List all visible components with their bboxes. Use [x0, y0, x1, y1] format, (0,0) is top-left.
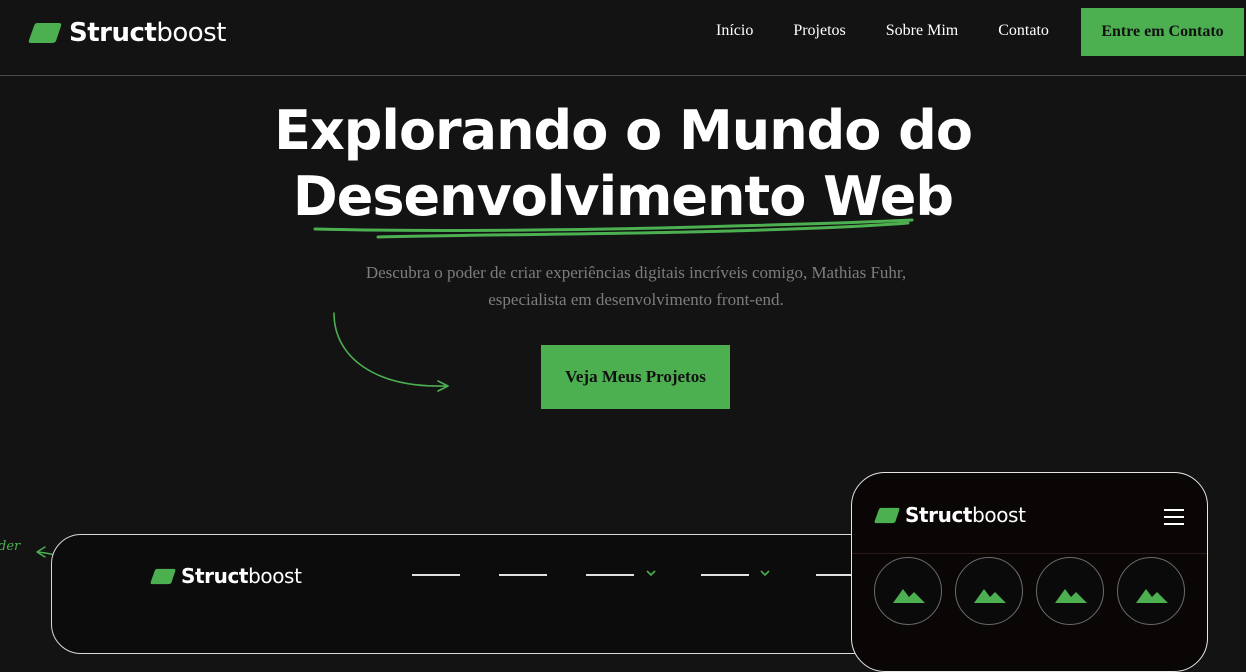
brand-name: Structboost — [69, 18, 226, 48]
mobile-preview-mockup: Structboost — [851, 472, 1208, 672]
brush-underline-icon — [313, 218, 914, 239]
brand-logo[interactable]: Structboost — [28, 18, 226, 48]
chevron-down-icon — [646, 570, 656, 577]
mountain-image-icon — [974, 589, 1006, 603]
image-placeholder — [1117, 557, 1185, 625]
hero-title: Explorando o Mundo do Desenvolvimento We… — [0, 98, 1246, 230]
mountain-image-icon — [1136, 589, 1168, 603]
hero-title-line-1: Explorando o Mundo do — [274, 99, 973, 162]
main-nav: Início Projetos Sobre Mim Contato — [716, 22, 1049, 40]
nav-item-sobre-mim[interactable]: Sobre Mim — [886, 22, 958, 40]
hamburger-menu-icon[interactable] — [1164, 509, 1184, 525]
brand-name-regular: boost — [156, 18, 226, 48]
mockup-logo: Structboost — [150, 564, 302, 588]
mockup-nav-placeholder — [499, 574, 547, 576]
contact-button[interactable]: Entre em Contato — [1081, 8, 1244, 56]
hero-subtitle: Descubra o poder de criar experiências d… — [365, 263, 907, 309]
image-placeholder — [955, 557, 1023, 625]
mockup-nav-placeholder — [701, 574, 749, 576]
mockup-divider — [852, 553, 1207, 554]
mockup-nav-placeholder — [586, 574, 634, 576]
logo-mark-icon — [150, 568, 176, 584]
image-placeholder — [1036, 557, 1104, 625]
nav-item-contato[interactable]: Contato — [998, 22, 1049, 40]
mountain-image-icon — [893, 589, 925, 603]
chevron-down-icon — [760, 570, 770, 577]
mockup-brand-name-bold: Struct — [181, 564, 249, 588]
mockup-brand-name-bold: Struct — [905, 503, 973, 527]
nav-item-projetos[interactable]: Projetos — [793, 22, 845, 40]
curved-arrow-icon — [333, 312, 449, 392]
mockup-nav-placeholder — [816, 574, 856, 576]
mockup-brand-name-regular: boost — [972, 503, 1026, 527]
view-projects-button[interactable]: Veja Meus Projetos — [541, 345, 730, 409]
brand-name-bold: Struct — [69, 18, 157, 48]
mockup-brand-name: Structboost — [181, 564, 302, 588]
site-header: Structboost Início Projetos Sobre Mim Co… — [0, 0, 1246, 76]
mockup-brand-name-regular: boost — [248, 564, 302, 588]
annotation-note: der — [0, 539, 21, 554]
mockup-nav-placeholder — [412, 574, 460, 576]
mockup-brand-name: Structboost — [905, 503, 1026, 527]
logo-mark-icon — [874, 507, 900, 523]
mountain-image-icon — [1055, 589, 1087, 603]
nav-item-inicio[interactable]: Início — [716, 22, 753, 40]
logo-mark-icon — [28, 23, 62, 43]
mockup-logo: Structboost — [874, 503, 1026, 527]
image-placeholder — [874, 557, 942, 625]
